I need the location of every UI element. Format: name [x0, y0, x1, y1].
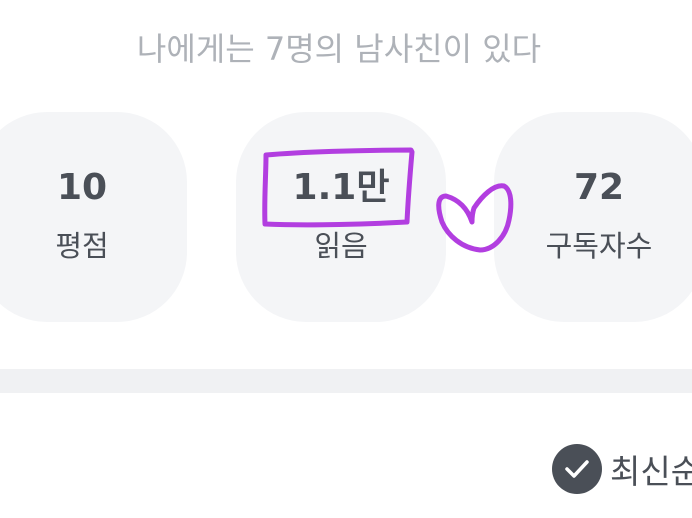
stat-label-reads: 읽음 [314, 229, 368, 263]
page: 나에게는 7명의 남사친이 있다 10 평점 1.1만 읽음 72 구독자수 최… [0, 0, 692, 518]
sort-latest-button[interactable]: 최신순 [552, 440, 692, 498]
stat-card-rating: 10 평점 [0, 112, 187, 322]
page-subtitle: 나에게는 7명의 남사친이 있다 [136, 30, 542, 68]
stat-value-rating: 10 [56, 167, 108, 208]
stat-label-subscribers: 구독자수 [545, 229, 653, 263]
section-divider [0, 369, 692, 393]
stat-value-subscribers: 72 [573, 167, 625, 208]
stat-card-subscribers: 72 구독자수 [494, 112, 692, 322]
sort-label: 최신순 [610, 452, 692, 491]
stat-label-rating: 평점 [55, 229, 109, 263]
stat-value-reads: 1.1만 [292, 167, 390, 208]
check-icon [552, 444, 602, 494]
stat-card-reads: 1.1만 읽음 [236, 112, 446, 322]
